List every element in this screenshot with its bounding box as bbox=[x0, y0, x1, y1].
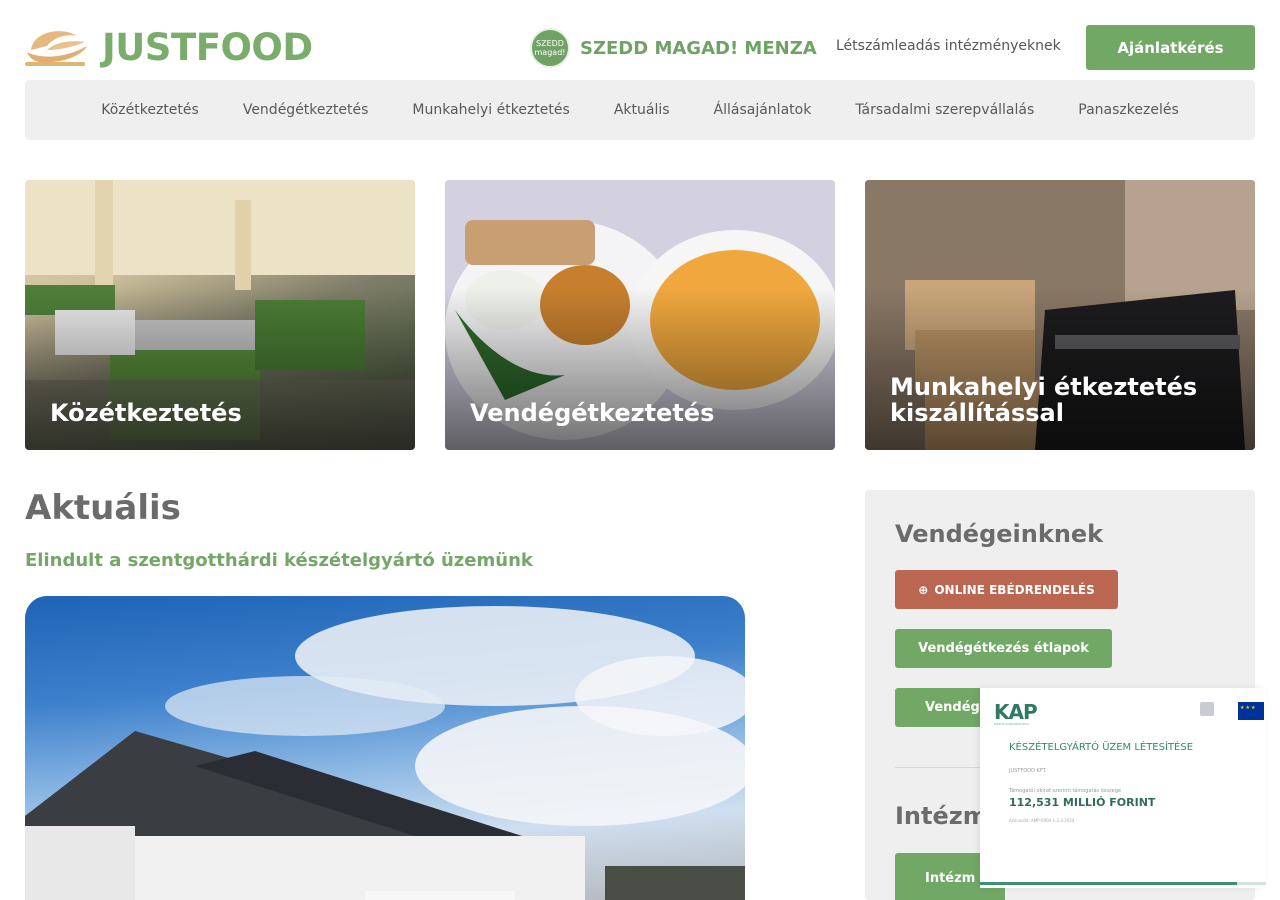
nav-item-panaszkezeles[interactable]: Panaszkezelés bbox=[1078, 102, 1178, 118]
menza-badge-icon: SZEDD magad! bbox=[530, 28, 570, 68]
nav-item-allasajanlatok[interactable]: Állásajánlatok bbox=[714, 102, 812, 118]
main-nav: Közétkeztetés Vendégétkeztetés Munkahely… bbox=[25, 80, 1255, 140]
card-kozetkeztetes[interactable]: Közétkeztetés bbox=[25, 180, 415, 450]
nav-item-aktualis[interactable]: Aktuális bbox=[614, 102, 670, 118]
arrow-circle-icon: ⊕ bbox=[918, 582, 929, 597]
sidebar-heading: Vendégeinknek bbox=[895, 520, 1104, 548]
guest-menu-button[interactable]: Vendégétkezés étlapok bbox=[895, 629, 1112, 668]
kap-logo-sub: KÖZÖS AGRÁRPOLITIKA bbox=[994, 722, 1030, 726]
kap-logo: KAP bbox=[994, 700, 1038, 724]
letszam-link[interactable]: Létszámleadás intézményeknek bbox=[836, 38, 1061, 54]
card-title: Közétkeztetés bbox=[50, 399, 242, 427]
sidebar-heading-institutions: Intézm bbox=[895, 802, 988, 830]
news-heading: Aktuális bbox=[25, 488, 181, 528]
site-header: JUSTFOOD SZEDD magad! SZEDD MAGAD! MENZA… bbox=[0, 0, 1280, 80]
news-article-image[interactable] bbox=[25, 596, 745, 900]
nav-item-kozetkeztetes[interactable]: Közétkeztetés bbox=[101, 102, 199, 118]
nav-item-vendegetkeztetes[interactable]: Vendégétkeztetés bbox=[243, 102, 369, 118]
hungary-coat-of-arms-icon bbox=[1200, 702, 1214, 716]
kap-project-id: Azonosító: AMP-0004-1.2.3-2024 bbox=[1009, 818, 1075, 823]
online-order-label: ONLINE EBÉDRENDELÉS bbox=[934, 582, 1095, 597]
kap-progress-bar bbox=[980, 882, 1266, 885]
nav-item-munkahelyi[interactable]: Munkahelyi étkeztetés bbox=[412, 102, 569, 118]
logo-text: JUSTFOOD bbox=[102, 25, 313, 69]
card-title: Munkahelyi étkeztetés kiszállítással bbox=[890, 373, 1198, 427]
justfood-logo[interactable]: JUSTFOOD bbox=[25, 24, 313, 70]
factory-photo bbox=[25, 606, 745, 900]
kap-grant-popup[interactable]: KAP KÖZÖS AGRÁRPOLITIKA KÉSZÉTELGYÁRTÓ Ü… bbox=[980, 688, 1266, 888]
news-article-title[interactable]: Elindult a szentgotthárdi készételgyártó… bbox=[25, 550, 533, 571]
menza-text: SZEDD MAGAD! MENZA bbox=[580, 37, 817, 59]
offer-request-button[interactable]: Ajánlatkérés bbox=[1086, 25, 1255, 70]
eu-flag-icon bbox=[1238, 702, 1264, 720]
nav-item-tarsadalmi[interactable]: Társadalmi szerepvállalás bbox=[855, 102, 1034, 118]
kap-amount: 112,531 MILLIÓ FORINT bbox=[1009, 796, 1156, 809]
logo-mark-icon bbox=[25, 31, 87, 66]
card-munkahelyi[interactable]: Munkahelyi étkeztetés kiszállítással bbox=[865, 180, 1255, 450]
card-title: Vendégétkeztetés bbox=[470, 399, 715, 427]
kap-title: KÉSZÉTELGYÁRTÓ ÜZEM LÉTESÍTÉSE bbox=[1009, 742, 1194, 753]
kap-progress-fill bbox=[980, 882, 1238, 885]
kap-company: JUSTFOOD KFT. bbox=[1009, 768, 1047, 774]
kap-support-label: Támogatói okirat szerinti támogatás össz… bbox=[1009, 788, 1121, 794]
menza-link[interactable]: SZEDD magad! SZEDD MAGAD! MENZA bbox=[530, 28, 817, 68]
online-order-button[interactable]: ⊕ ONLINE EBÉDRENDELÉS bbox=[895, 570, 1118, 609]
card-vendegetkeztetes[interactable]: Vendégétkeztetés bbox=[445, 180, 835, 450]
